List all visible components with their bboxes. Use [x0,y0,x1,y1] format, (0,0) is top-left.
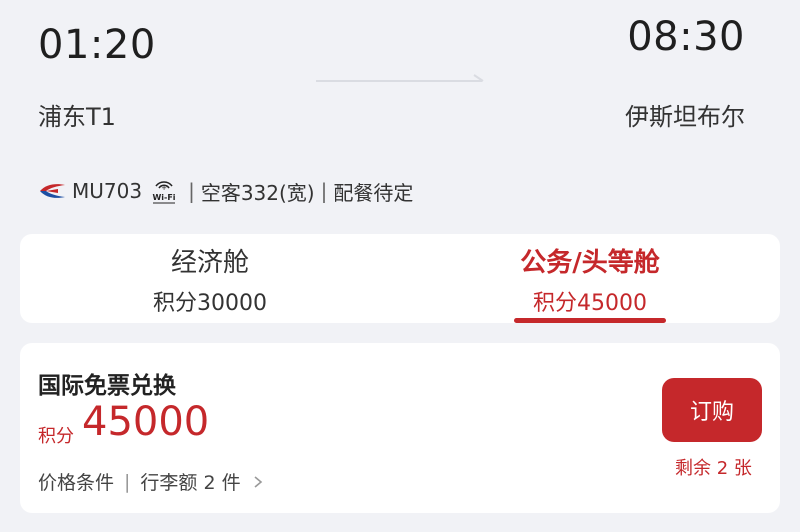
arrival-time: 08:30 [627,14,745,60]
offer-title: 国际免票兑换 [38,373,176,399]
separator: | [124,470,131,493]
flight-number: MU703 [72,179,143,203]
chevron-right-icon[interactable] [253,475,263,489]
remaining-tickets: 剩余 2 张 [675,458,752,479]
svg-text:Wi-Fi: Wi-Fi [153,193,176,202]
cabin-name: 公务/头等舱 [520,248,660,278]
cabin-points: 积分30000 [153,291,267,316]
redemption-offer-card: 国际免票兑换 积分 45000 价格条件 | 行李额 2 件 订购 剩余 2 张 [20,343,780,513]
flight-info-row: MU703 + Wi-Fi | 空客332(宽) | 配餐待定 [38,176,413,206]
meal-info: 配餐待定 [333,180,414,205]
departure-airport: 浦东T1 [38,103,116,131]
cabin-name: 经济舱 [170,248,249,278]
price-conditions-link[interactable]: 价格条件 [38,468,114,495]
route-arrow-icon [316,74,484,82]
book-button[interactable]: 订购 [662,378,762,442]
separator: | [188,179,195,203]
arrival-airport: 伊斯坦布尔 [625,103,745,131]
separator: | [320,179,328,203]
points-label: 积分 [38,426,74,447]
baggage-allowance[interactable]: 行李额 2 件 [140,468,240,495]
airline-logo-icon [40,184,65,198]
svg-text:+: + [161,184,167,192]
tab-business-first[interactable]: 公务/头等舱 积分45000 [400,234,780,323]
wifi-icon: + Wi-Fi [153,181,176,204]
aircraft-type: 空客332(宽) [200,180,315,205]
active-tab-indicator [514,318,666,323]
offer-conditions[interactable]: 价格条件 | 行李额 2 件 [38,468,263,495]
departure-time: 01:20 [38,22,156,68]
tab-economy[interactable]: 经济舱 积分30000 [20,234,400,323]
points-value: 45000 [82,399,210,445]
cabin-points: 积分45000 [533,291,647,316]
cabin-selector: 经济舱 积分30000 公务/头等舱 积分45000 [20,234,780,323]
